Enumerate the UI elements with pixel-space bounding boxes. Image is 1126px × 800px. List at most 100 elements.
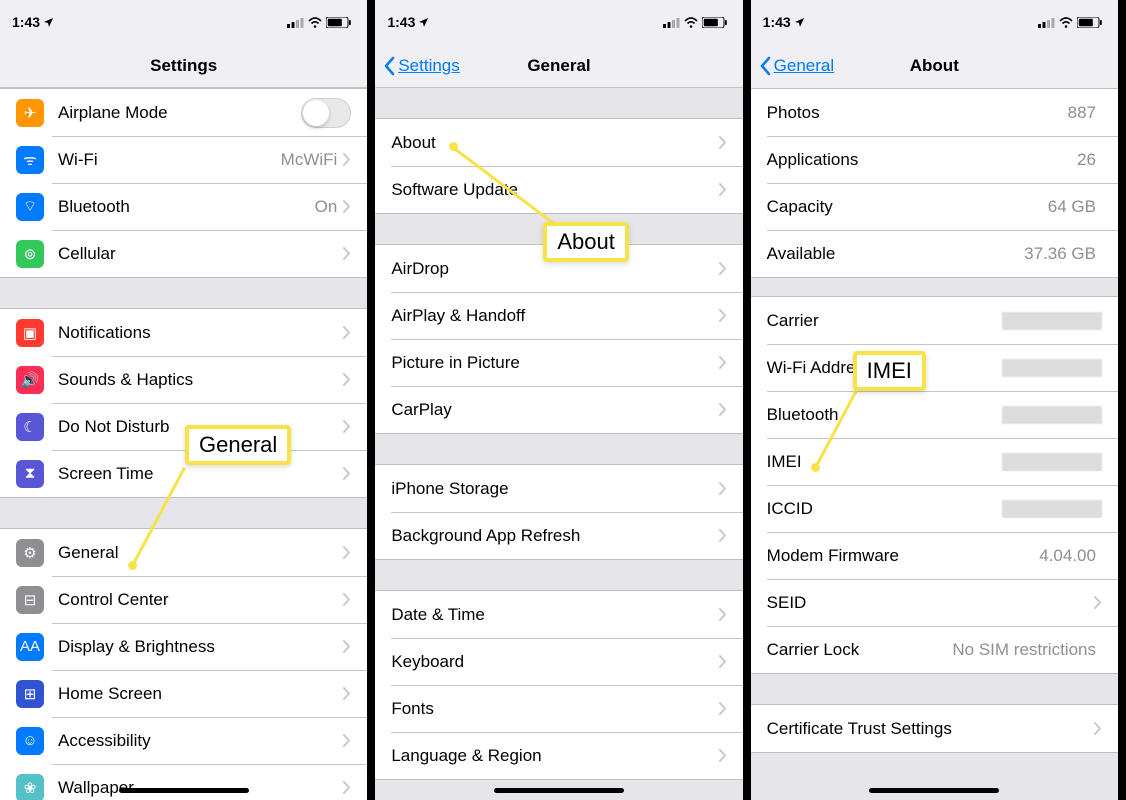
settings-row[interactable]: ⊟Control Center bbox=[0, 576, 367, 623]
settings-row[interactable]: Certificate Trust Settings bbox=[751, 705, 1118, 752]
row-label: Certificate Trust Settings bbox=[767, 719, 1094, 739]
settings-row[interactable]: Carrier bbox=[751, 297, 1118, 344]
chevron-right-icon bbox=[719, 262, 727, 275]
chevron-right-icon bbox=[343, 781, 351, 794]
settings-row[interactable]: SEID bbox=[751, 579, 1118, 626]
settings-row[interactable]: ✈ Airplane Mode bbox=[0, 89, 367, 136]
row-label: Airplane Mode bbox=[58, 103, 301, 123]
settings-row[interactable]: ICCID bbox=[751, 485, 1118, 532]
settings-row[interactable]: AirPlay & Handoff bbox=[375, 292, 742, 339]
row-label: General bbox=[58, 543, 343, 563]
settings-row[interactable]: Modem Firmware4.04.00 bbox=[751, 532, 1118, 579]
location-icon bbox=[418, 17, 429, 28]
settings-row[interactable]: 🔊Sounds & Haptics bbox=[0, 356, 367, 403]
status-bar: 1:43 bbox=[751, 0, 1118, 44]
row-label: Carrier Lock bbox=[767, 640, 953, 660]
row-value: 887 bbox=[1068, 103, 1096, 123]
nav-bar: General About bbox=[751, 44, 1118, 88]
settings-row[interactable]: ☾Do Not Disturb bbox=[0, 403, 367, 450]
row-label: Photos bbox=[767, 103, 1068, 123]
chevron-right-icon bbox=[343, 467, 351, 480]
redacted-value bbox=[1002, 406, 1102, 424]
row-label: CarPlay bbox=[391, 400, 718, 420]
signal-icon bbox=[287, 17, 304, 28]
settings-row[interactable]: Photos887 bbox=[751, 89, 1118, 136]
general-screen: 1:43 Settings General AboutSoftware Upda… bbox=[375, 0, 750, 800]
row-value: On bbox=[315, 197, 338, 217]
row-icon: ⊞ bbox=[16, 680, 44, 708]
row-value: 37.36 GB bbox=[1024, 244, 1096, 264]
row-label: Accessibility bbox=[58, 731, 343, 751]
settings-row[interactable]: Fonts bbox=[375, 685, 742, 732]
row-label: Display & Brightness bbox=[58, 637, 343, 657]
row-icon: ☾ bbox=[16, 413, 44, 441]
chevron-right-icon bbox=[719, 183, 727, 196]
chevron-right-icon bbox=[1094, 722, 1102, 735]
page-title: Settings bbox=[150, 56, 217, 76]
settings-row[interactable]: Keyboard bbox=[375, 638, 742, 685]
settings-row[interactable]: ⌔BluetoothOn bbox=[0, 183, 367, 230]
row-label: Capacity bbox=[767, 197, 1048, 217]
settings-row[interactable]: ☺Accessibility bbox=[0, 717, 367, 764]
settings-row[interactable]: Background App Refresh bbox=[375, 512, 742, 559]
settings-row[interactable]: Applications26 bbox=[751, 136, 1118, 183]
settings-row[interactable]: ⊚Cellular bbox=[0, 230, 367, 277]
settings-row[interactable]: CarPlay bbox=[375, 386, 742, 433]
settings-row[interactable]: Wi-Fi Address bbox=[751, 344, 1118, 391]
back-button[interactable]: General bbox=[759, 56, 834, 76]
settings-row[interactable]: ⧗Screen Time bbox=[0, 450, 367, 497]
settings-row[interactable]: Language & Region bbox=[375, 732, 742, 779]
settings-row[interactable]: ⊞Home Screen bbox=[0, 670, 367, 717]
toggle[interactable] bbox=[301, 98, 351, 128]
settings-row[interactable]: Picture in Picture bbox=[375, 339, 742, 386]
status-time: 1:43 bbox=[12, 14, 40, 30]
home-indicator bbox=[494, 788, 624, 793]
chevron-right-icon bbox=[719, 749, 727, 762]
wifi-icon bbox=[1059, 17, 1073, 28]
settings-row[interactable]: ⚙General bbox=[0, 529, 367, 576]
settings-row[interactable]: Bluetooth bbox=[751, 391, 1118, 438]
row-icon: ✈ bbox=[16, 99, 44, 127]
settings-row[interactable]: Carrier LockNo SIM restrictions bbox=[751, 626, 1118, 673]
redacted-value bbox=[1002, 359, 1102, 377]
chevron-right-icon bbox=[1094, 596, 1102, 609]
settings-row[interactable]: Available37.36 GB bbox=[751, 230, 1118, 277]
settings-row[interactable]: Capacity64 GB bbox=[751, 183, 1118, 230]
row-value: 4.04.00 bbox=[1039, 546, 1096, 566]
chevron-right-icon bbox=[719, 356, 727, 369]
settings-row[interactable]: About bbox=[375, 119, 742, 166]
settings-row[interactable]: ᯤWi-FiMcWiFi bbox=[0, 136, 367, 183]
row-value: McWiFi bbox=[281, 150, 338, 170]
chevron-right-icon bbox=[719, 608, 727, 621]
settings-row[interactable]: ❀Wallpaper bbox=[0, 764, 367, 800]
row-label: Bluetooth bbox=[767, 405, 1002, 425]
settings-row[interactable]: Software Update bbox=[375, 166, 742, 213]
battery-icon bbox=[702, 17, 727, 28]
settings-row[interactable]: AADisplay & Brightness bbox=[0, 623, 367, 670]
page-title: About bbox=[910, 56, 959, 76]
row-label: IMEI bbox=[767, 452, 1002, 472]
callout-general: General bbox=[185, 425, 291, 465]
chevron-right-icon bbox=[343, 640, 351, 653]
row-icon: ❀ bbox=[16, 774, 44, 800]
back-label: Settings bbox=[398, 56, 459, 76]
row-label: Carrier bbox=[767, 311, 1002, 331]
chevron-right-icon bbox=[343, 593, 351, 606]
chevron-right-icon bbox=[343, 326, 351, 339]
row-label: AirPlay & Handoff bbox=[391, 306, 718, 326]
chevron-right-icon bbox=[719, 702, 727, 715]
chevron-right-icon bbox=[343, 546, 351, 559]
row-label: Screen Time bbox=[58, 464, 343, 484]
settings-row[interactable]: iPhone Storage bbox=[375, 465, 742, 512]
back-button[interactable]: Settings bbox=[383, 56, 459, 76]
chevron-right-icon bbox=[719, 136, 727, 149]
chevron-right-icon bbox=[719, 655, 727, 668]
row-label: Date & Time bbox=[391, 605, 718, 625]
row-label: Available bbox=[767, 244, 1025, 264]
settings-row[interactable]: IMEI bbox=[751, 438, 1118, 485]
settings-row[interactable]: ▣Notifications bbox=[0, 309, 367, 356]
row-label: Control Center bbox=[58, 590, 343, 610]
chevron-right-icon bbox=[343, 200, 351, 213]
row-label: ICCID bbox=[767, 499, 1002, 519]
settings-row[interactable]: Date & Time bbox=[375, 591, 742, 638]
